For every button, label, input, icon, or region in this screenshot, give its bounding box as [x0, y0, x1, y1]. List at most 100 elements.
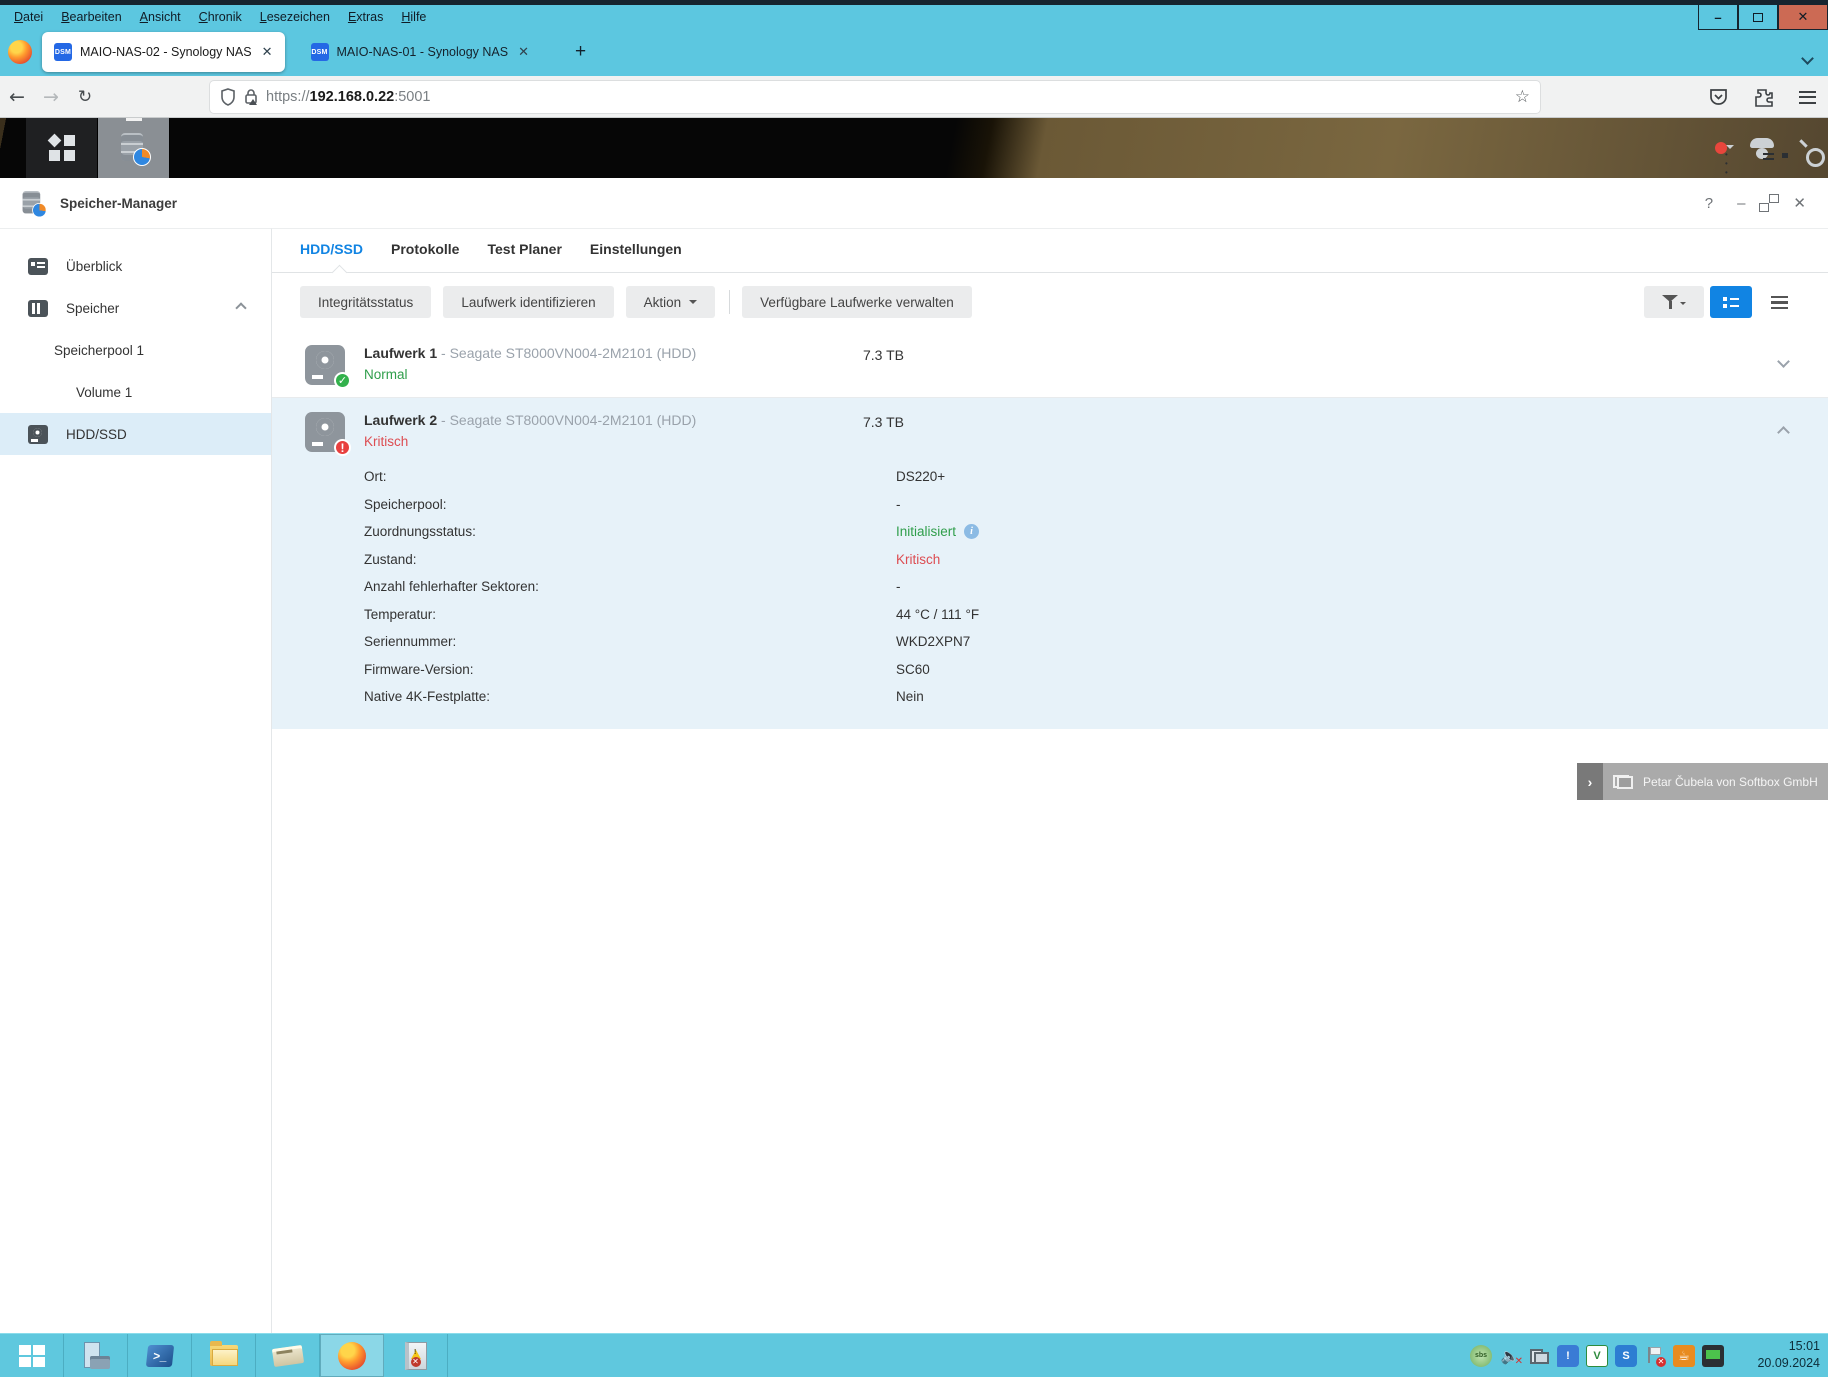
- window-minimize-button[interactable]: –: [1698, 4, 1738, 30]
- url-text[interactable]: https://192.168.0.22:5001: [266, 89, 431, 105]
- taskbar-apps: >_ ✕: [0, 1334, 448, 1377]
- drive-row-laufwerk-1[interactable]: ✓ Laufwerk 1 - Seagate ST8000VN004-2M210…: [272, 331, 1828, 398]
- url-bar[interactable]: https://192.168.0.22:5001 ☆: [210, 81, 1540, 113]
- app-titlebar[interactable]: Speicher-Manager ? – ✕: [0, 178, 1828, 228]
- back-icon[interactable]: ←: [0, 86, 34, 108]
- tab-einstellungen[interactable]: Einstellungen: [590, 241, 682, 272]
- detail-label: Speicherpool:: [364, 497, 896, 512]
- toolbar: Integritätsstatus Laufwerk identifiziere…: [300, 286, 1800, 318]
- tray-veracrypt-icon[interactable]: V: [1586, 1345, 1608, 1367]
- app-window-controls: ? – ✕: [1705, 178, 1806, 228]
- sidebar-item-volume-1[interactable]: Volume 1: [0, 371, 271, 413]
- detail-row-native-4k: Native 4K-Festplatte: Nein: [364, 683, 1828, 711]
- menu-extras[interactable]: Extras: [340, 8, 391, 26]
- address-book-warning-icon: ✕: [405, 1342, 427, 1370]
- drive-model: - Seagate ST8000VN004-2M2101 (HDD): [441, 345, 696, 361]
- detail-row-ort: Ort: DS220+: [364, 463, 1828, 491]
- drive-size: 7.3 TB: [863, 414, 904, 430]
- integrity-status-button[interactable]: Integritätsstatus: [300, 286, 431, 318]
- tray-sbs-icon[interactable]: sbs: [1470, 1345, 1492, 1367]
- clock-date: 20.09.2024: [1732, 1355, 1820, 1372]
- action-dropdown-button[interactable]: Aktion: [626, 286, 716, 318]
- detail-value: Kritisch: [896, 552, 940, 567]
- lock-warning-icon[interactable]: [244, 88, 258, 105]
- tray-synology-assistant-icon[interactable]: S: [1615, 1345, 1637, 1367]
- remote-bar-expand-button[interactable]: ›: [1577, 763, 1603, 800]
- tab-title: MAIO-NAS-02 - Synology NAS: [80, 45, 252, 59]
- tracking-shield-icon[interactable]: [220, 88, 236, 106]
- extensions-puzzle-icon[interactable]: [1754, 88, 1773, 107]
- powershell-button[interactable]: >_: [128, 1334, 192, 1377]
- detail-value: DS220+: [896, 469, 945, 484]
- dsm-favicon: DSM: [54, 43, 72, 61]
- tab-maio-nas-01[interactable]: DSM MAIO-NAS-01 - Synology NAS ✕: [299, 32, 542, 72]
- menu-bearbeiten[interactable]: Bearbeiten: [53, 8, 129, 26]
- scanner-button[interactable]: [256, 1334, 320, 1377]
- drive-critical-badge-icon: !: [334, 439, 351, 456]
- minimize-button[interactable]: –: [1737, 195, 1745, 212]
- sidebar-item-speicher[interactable]: Speicher: [0, 287, 271, 329]
- window-close-button[interactable]: ✕: [1778, 4, 1828, 30]
- tab-hdd-ssd[interactable]: HDD/SSD: [300, 241, 363, 272]
- reload-icon[interactable]: ↻: [68, 87, 102, 107]
- sidebar-label: Speicher: [66, 301, 119, 316]
- sidebar-item-hdd-ssd[interactable]: HDD/SSD: [0, 413, 271, 455]
- tab-close-icon[interactable]: ✕: [260, 44, 275, 60]
- clock-time: 15:01: [1732, 1338, 1820, 1355]
- storage-manager-icon: [21, 190, 45, 216]
- window-restore-button[interactable]: [1738, 4, 1778, 30]
- filter-button[interactable]: [1644, 286, 1704, 318]
- tray-action-center-icon[interactable]: ✕: [1644, 1345, 1666, 1367]
- new-tab-button[interactable]: +: [567, 41, 594, 63]
- identify-drive-button[interactable]: Laufwerk identifizieren: [443, 286, 613, 318]
- file-explorer-button[interactable]: [192, 1334, 256, 1377]
- browser-navbar: ← → ↻ https://192.168.0.22:5001 ☆: [0, 76, 1828, 118]
- sidebar-label: Speicherpool 1: [54, 343, 144, 358]
- drive-row-laufwerk-2[interactable]: ! Laufwerk 2 - Seagate ST8000VN004-2M210…: [272, 398, 1828, 729]
- help-button[interactable]: ?: [1705, 195, 1713, 212]
- sidebar-item-ueberblick[interactable]: Überblick: [0, 245, 271, 287]
- tab-close-icon[interactable]: ✕: [516, 44, 531, 60]
- tray-volume-muted-icon[interactable]: 🔈✕: [1499, 1345, 1521, 1367]
- firefox-taskbar-button[interactable]: [320, 1334, 384, 1377]
- menu-hilfe[interactable]: Hilfe: [393, 8, 434, 26]
- detail-value: -: [896, 497, 901, 512]
- menu-datei[interactable]: Datei: [6, 8, 51, 26]
- drive-title: Laufwerk 2 - Seagate ST8000VN004-2M2101 …: [364, 412, 1828, 428]
- server-manager-button[interactable]: [64, 1334, 128, 1377]
- remote-bar-panel[interactable]: Petar Čubela von Softbox GmbH: [1603, 763, 1828, 800]
- info-icon[interactable]: i: [964, 524, 979, 539]
- list-all-tabs-icon[interactable]: [1803, 50, 1814, 61]
- menu-lesezeichen[interactable]: Lesezeichen: [252, 8, 338, 26]
- start-button[interactable]: [0, 1334, 64, 1377]
- collapse-chevron-icon[interactable]: [235, 302, 246, 313]
- detail-row-zustand: Zustand: Kritisch: [364, 546, 1828, 574]
- detail-row-seriennummer: Seriennummer: WKD2XPN7: [364, 628, 1828, 656]
- tray-alert-balloon-icon[interactable]: !: [1557, 1345, 1579, 1367]
- bookmark-star-icon[interactable]: ☆: [1515, 87, 1530, 107]
- app-menu-icon[interactable]: [1799, 91, 1816, 104]
- detail-value: Nein: [896, 689, 924, 704]
- manage-available-drives-button[interactable]: Verfügbare Laufwerke verwalten: [742, 286, 972, 318]
- menu-chronik[interactable]: Chronik: [191, 8, 250, 26]
- close-button[interactable]: ✕: [1793, 194, 1806, 212]
- content-tabs: HDD/SSD Protokolle Test Planer Einstellu…: [272, 229, 1828, 273]
- detail-view-button[interactable]: [1710, 286, 1752, 318]
- tray-teamviewer-icon[interactable]: [1702, 1345, 1724, 1367]
- taskbar-clock[interactable]: 15:01 20.09.2024: [1732, 1338, 1820, 1372]
- main-menu-button[interactable]: [26, 118, 98, 178]
- tab-protokolle[interactable]: Protokolle: [391, 241, 459, 272]
- tray-java-icon[interactable]: ☕: [1673, 1345, 1695, 1367]
- tray-network-icon[interactable]: [1528, 1345, 1550, 1367]
- pocket-icon[interactable]: [1709, 88, 1728, 106]
- list-view-button[interactable]: [1758, 286, 1800, 318]
- dsm-launcher: [26, 118, 170, 178]
- menu-ansicht[interactable]: Ansicht: [132, 8, 189, 26]
- contacts-warning-button[interactable]: ✕: [384, 1334, 448, 1377]
- storage-manager-taskbar-button[interactable]: [98, 118, 170, 178]
- sidebar-item-speicherpool-1[interactable]: Speicherpool 1: [0, 329, 271, 371]
- tab-test-planer[interactable]: Test Planer: [487, 241, 561, 272]
- tab-maio-nas-02[interactable]: DSM MAIO-NAS-02 - Synology NAS ✕: [42, 32, 285, 72]
- detail-value: SC60: [896, 662, 930, 677]
- detail-label: Seriennummer:: [364, 634, 896, 649]
